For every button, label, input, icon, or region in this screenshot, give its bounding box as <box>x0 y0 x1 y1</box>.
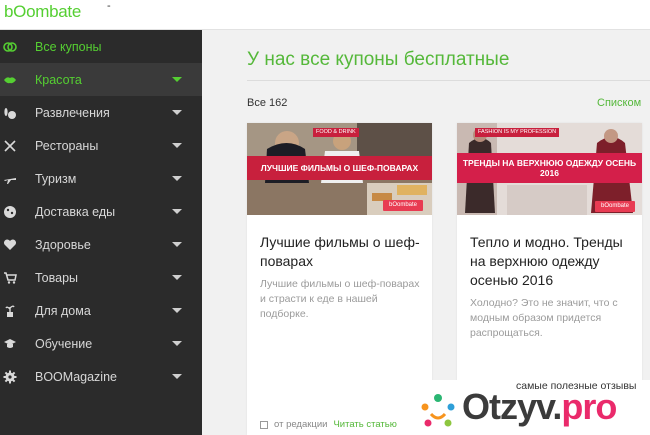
otzyv-watermark: самые полезные отзывы Otzyv.pro <box>415 380 650 435</box>
read-article-link[interactable]: Читать статью <box>333 419 396 430</box>
bowling-icon <box>3 106 17 120</box>
sidebar-item-label: Развлечения <box>35 105 110 120</box>
sidebar-item-education[interactable]: Обучение <box>0 327 202 360</box>
list-view-toggle[interactable]: Списком <box>597 97 641 109</box>
sidebar-item-label: Здоровье <box>35 237 91 252</box>
sidebar-item-label: Доставка еды <box>35 204 116 219</box>
sidebar-item-goods[interactable]: Товары <box>0 261 202 294</box>
document-icon <box>260 420 268 429</box>
coupon-count: Все 162 <box>247 97 288 109</box>
sidebar-item-label: Товары <box>35 270 78 285</box>
boombate-badge: bOombate <box>595 201 635 212</box>
chevron-down-icon[interactable] <box>172 275 182 280</box>
watermark-wordmark: Otzyv.pro <box>462 386 617 427</box>
sidebar-item-health[interactable]: Здоровье <box>0 228 202 261</box>
card-source: от редакции <box>274 419 328 430</box>
sidebar-item-label: Туризм <box>35 171 77 186</box>
card-description: Лучшие фильмы о шеф-поварах и страсти к … <box>260 278 420 320</box>
card-image[interactable]: FASHION IS MY PROFESSION ТРЕНДЫ НА ВЕРХН… <box>457 123 642 215</box>
chevron-down-icon[interactable] <box>172 242 182 247</box>
card-description: Холодно? Это не значит, что с модным обр… <box>470 297 618 339</box>
gear-icon <box>3 370 17 384</box>
pizza-icon <box>3 205 17 219</box>
plant-icon <box>3 304 17 318</box>
graduation-cap-icon <box>3 337 17 351</box>
top-bar: bOombate - <box>0 0 650 30</box>
main-content: У нас все купоны бесплатные Все 162 Спис… <box>202 30 650 435</box>
divider <box>247 80 650 81</box>
chevron-down-icon[interactable] <box>172 374 182 379</box>
sidebar-item-boomagazine[interactable]: BOOMagazine <box>0 360 202 393</box>
sidebar-item-food-delivery[interactable]: Доставка еды <box>0 195 202 228</box>
sidebar-item-label: Рестораны <box>35 138 99 153</box>
chevron-down-icon[interactable] <box>172 176 182 181</box>
chevron-down-icon[interactable] <box>172 308 182 313</box>
otzyv-logo-icon <box>421 394 455 427</box>
page: bOombate - Все купоны Красота Развлечени… <box>0 0 650 435</box>
sidebar: Все купоны Красота Развлечения Рестораны <box>0 30 202 435</box>
card-footer: от редакции Читать статью <box>260 419 397 430</box>
sidebar-item-restaurants[interactable]: Рестораны <box>0 129 202 162</box>
chevron-down-icon[interactable] <box>172 341 182 346</box>
sidebar-item-tourism[interactable]: Туризм <box>0 162 202 195</box>
page-title: У нас все купоны бесплатные <box>247 49 510 70</box>
sidebar-item-label: Красота <box>35 72 82 87</box>
chevron-down-icon[interactable] <box>172 143 182 148</box>
chevron-down-icon[interactable] <box>172 77 182 82</box>
heart-icon <box>3 238 17 252</box>
card-banner: ЛУЧШИЕ ФИЛЬМЫ О ШЕФ-ПОВАРАХ <box>247 156 432 180</box>
lips-icon <box>3 73 17 87</box>
article-card[interactable]: FOOD & DRINK ЛУЧШИЕ ФИЛЬМЫ О ШЕФ-ПОВАРАХ… <box>247 123 432 435</box>
card-title[interactable]: Лучшие фильмы о шеф-поварах <box>260 233 425 271</box>
boombate-logo[interactable]: bOombate <box>4 2 81 22</box>
sidebar-item-label: BOOMagazine <box>35 369 117 384</box>
sidebar-item-entertainment[interactable]: Развлечения <box>0 96 202 129</box>
category-tag: FOOD & DRINK <box>313 128 359 137</box>
card-title[interactable]: Тепло и модно. Тренды на верхнюю одежду … <box>470 233 635 290</box>
plane-icon <box>3 172 17 186</box>
top-bar-dash: - <box>107 0 111 12</box>
sidebar-item-label: Все купоны <box>35 39 102 54</box>
sidebar-item-label: Обучение <box>35 336 93 351</box>
chevron-down-icon[interactable] <box>172 110 182 115</box>
sidebar-item-label: Для дома <box>35 303 91 318</box>
chevron-down-icon[interactable] <box>172 209 182 214</box>
boombate-badge: bOombate <box>383 200 423 211</box>
sidebar-item-all-coupons[interactable]: Все купоны <box>0 30 202 63</box>
sidebar-item-home[interactable]: Для дома <box>0 294 202 327</box>
card-banner: ТРЕНДЫ НА ВЕРХНЮЮ ОДЕЖДУ ОСЕНЬ 2016 <box>457 153 642 183</box>
cart-icon <box>3 271 17 285</box>
link-icon <box>3 40 17 54</box>
cutlery-icon <box>3 139 17 153</box>
sidebar-item-beauty[interactable]: Красота <box>0 63 202 96</box>
card-image[interactable]: FOOD & DRINK ЛУЧШИЕ ФИЛЬМЫ О ШЕФ-ПОВАРАХ… <box>247 123 432 215</box>
category-tag: FASHION IS MY PROFESSION <box>475 128 560 137</box>
